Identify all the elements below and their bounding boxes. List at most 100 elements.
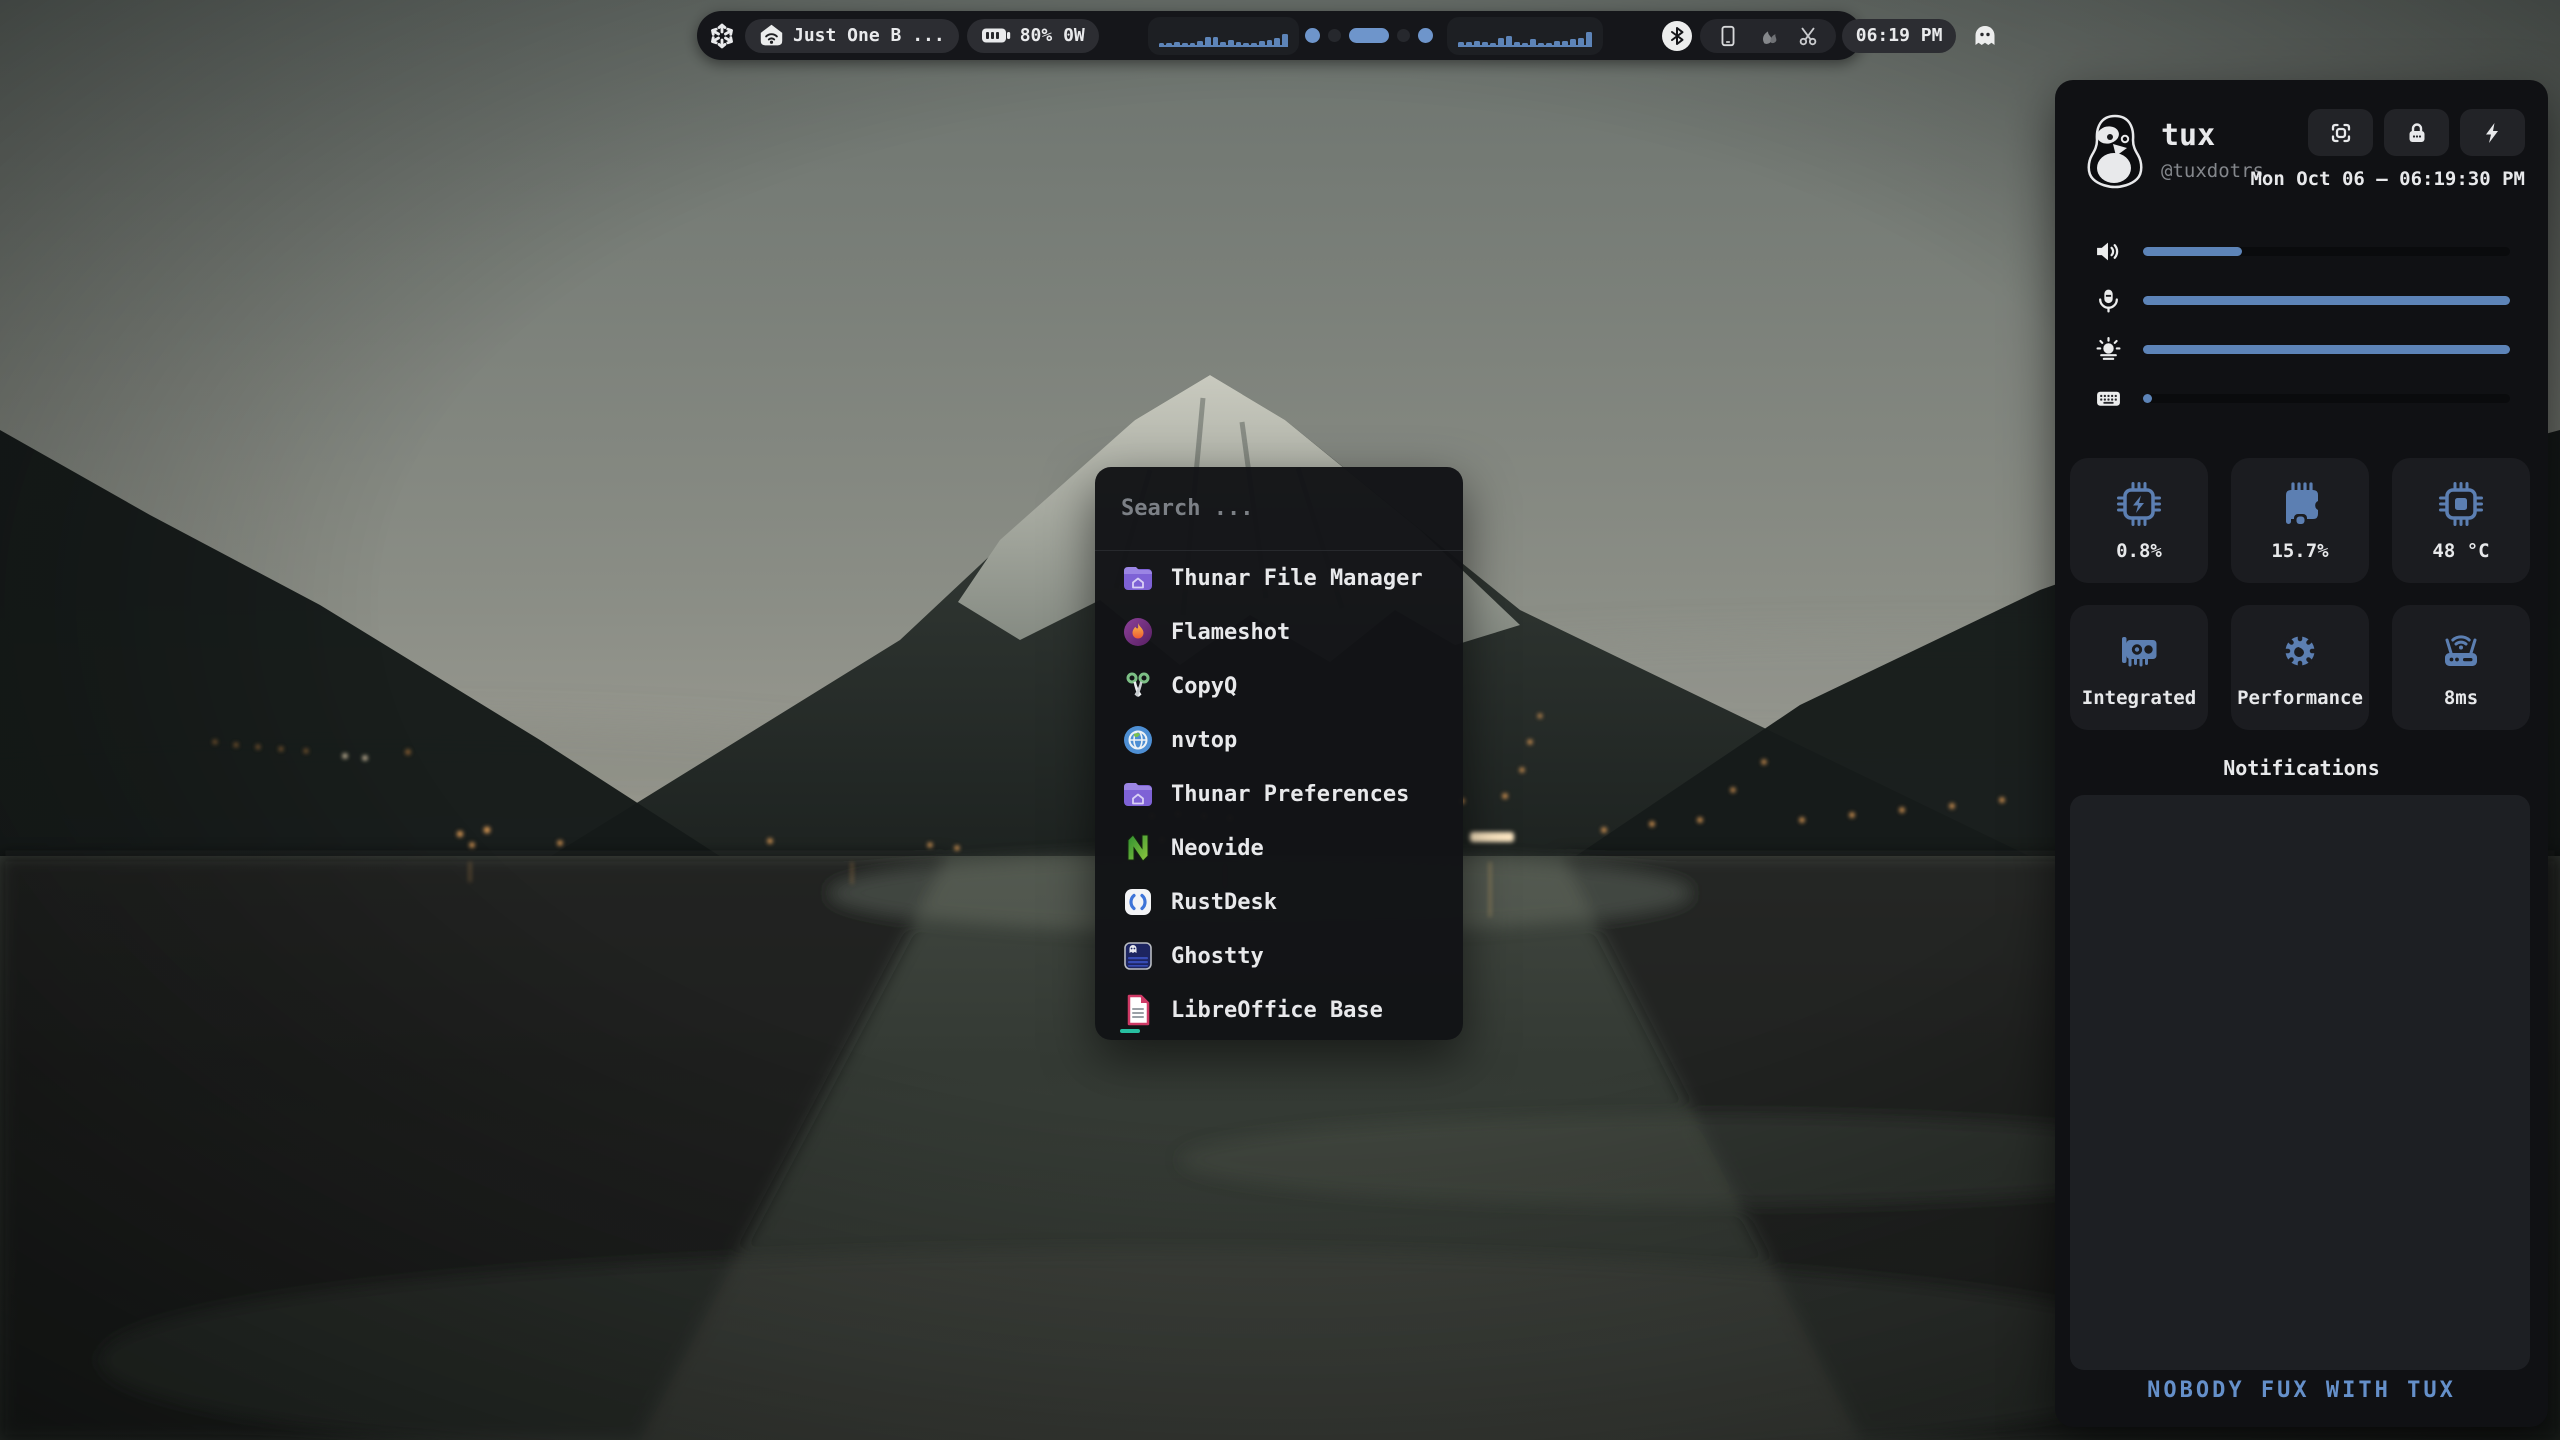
memory-usage-value: 15.7% [2271,540,2328,562]
temperature-chip-icon [2437,480,2485,528]
performance-gauge-icon [2276,627,2324,675]
thunar-icon [1121,561,1155,595]
quick-actions [2308,109,2525,156]
bluetooth-button[interactable] [1662,21,1692,51]
visualizer-bar [1482,42,1488,47]
flame-icon[interactable] [1756,24,1780,48]
speaker-icon [2095,238,2122,265]
workspace-indicator [1305,28,1433,43]
visualizer-bar [1236,42,1242,47]
app-item-nvtop[interactable]: nvtop [1095,713,1463,767]
network-latency-card[interactable]: 8ms [2392,605,2530,730]
keyboard-icon [2095,385,2122,412]
workspace-dot-occupied[interactable] [1418,28,1433,43]
sliders-section [2055,227,2548,423]
visualizer-bar [1220,42,1226,47]
stats-grid: 0.8% 15.7% [2070,458,2533,730]
microphone-slider[interactable] [2143,296,2510,305]
volume-fill [2143,247,2242,256]
volume-slider[interactable] [2143,247,2510,256]
battery-label: 80% 0W [1020,25,1085,46]
media-player-widget[interactable]: Just One B ... [745,19,959,53]
visualizer-bar [1578,38,1584,47]
workspace-dot-active[interactable] [1349,28,1389,43]
visualizer-bar [1466,42,1472,47]
workspace-dot-empty[interactable] [1328,29,1341,42]
app-label: Neovide [1171,836,1264,861]
top-bar: Just One B ... 80% 0W [697,11,1862,60]
app-launcher: Thunar File Manager Flame [1095,467,1463,1040]
app-label: Thunar Preferences [1171,782,1409,807]
search-row [1095,467,1463,551]
visualizer-bar [1166,43,1172,47]
search-input[interactable] [1121,496,1437,521]
memory-usage-card[interactable]: 15.7% [2231,458,2369,583]
bluetooth-icon [1666,25,1688,47]
visualizer-bar [1458,42,1464,47]
app-label: RustDesk [1171,890,1277,915]
clock-label: 06:19 PM [1856,25,1943,46]
visualizer-bar [1274,38,1280,47]
performance-card[interactable]: Performance [2231,605,2369,730]
performance-value: Performance [2237,687,2363,709]
microphone-icon [2095,287,2122,314]
cpu-usage-card[interactable]: 0.8% [2070,458,2208,583]
workspace-dot-empty[interactable] [1397,29,1410,42]
gpu-icon [2115,627,2163,675]
brightness-icon [2095,336,2122,363]
lock-button[interactable] [2384,109,2449,156]
cpu-icon [2115,480,2163,528]
router-icon [2437,627,2485,675]
app-item-copyq[interactable]: CopyQ [1095,659,1463,713]
datetime-label: Mon Oct 06 – 06:19:30 PM [2250,168,2525,190]
app-item-flameshot[interactable]: Flameshot [1095,605,1463,659]
visualizer-bar [1243,43,1249,47]
keyboard-backlight-slider[interactable] [2143,394,2510,403]
ghostty-icon [1121,939,1155,973]
keyboard-backlight-slider-row [2055,374,2548,423]
visualizer-bar [1474,41,1480,47]
microphone-slider-row [2055,276,2548,325]
app-item-thunar-file-manager[interactable]: Thunar File Manager [1095,551,1463,605]
app-label: LibreOffice Base [1171,998,1383,1023]
audio-visualizer-right [1447,17,1603,55]
app-item-libreoffice-base[interactable]: LibreOffice Base [1095,983,1463,1037]
visualizer-bar [1546,43,1552,47]
temperature-card[interactable]: 48 °C [2392,458,2530,583]
user-handle: @tuxdotrs [2161,160,2264,182]
phone-icon[interactable] [1716,24,1740,48]
app-item-rustdesk[interactable]: RustDesk [1095,875,1463,929]
app-label: Ghostty [1171,944,1264,969]
visualizer-bar [1562,41,1568,47]
gpu-value: Integrated [2082,687,2196,709]
temperature-value: 48 °C [2432,540,2489,562]
screenshot-button[interactable] [2308,109,2373,156]
app-item-ghostty[interactable]: Ghostty [1095,929,1463,983]
notifications-panel [2070,795,2530,1370]
ghost-icon[interactable] [1972,23,1998,49]
visualizer-bar [1506,36,1512,47]
app-item-neovide[interactable]: Neovide [1095,821,1463,875]
rustdesk-icon [1121,885,1155,919]
nvtop-icon [1121,723,1155,757]
cpu-usage-value: 0.8% [2116,540,2162,562]
visualizer-bar [1213,37,1219,47]
neovide-icon [1121,831,1155,865]
battery-widget[interactable]: 80% 0W [967,19,1099,53]
next-app-partial-icon [1120,1029,1140,1033]
visualizer-bar [1554,41,1560,47]
clock-widget[interactable]: 06:19 PM [1842,19,1957,53]
visualizer-bar [1259,41,1265,47]
power-button[interactable] [2460,109,2525,156]
visualizer-bar [1182,43,1188,47]
visualizer-bar [1538,43,1544,47]
app-item-thunar-preferences[interactable]: Thunar Preferences [1095,767,1463,821]
brightness-slider[interactable] [2143,345,2510,354]
gpu-card[interactable]: Integrated [2070,605,2208,730]
control-sidebar: tux @tuxdotrs [2055,80,2548,1427]
scissors-icon[interactable] [1796,24,1820,48]
distro-logo-icon[interactable] [709,23,735,49]
workspace-dot-occupied[interactable] [1305,28,1320,43]
sidebar-footer-motto: NOBODY FUX WITH TUX [2055,1378,2548,1403]
user-name: tux [2161,118,2215,153]
